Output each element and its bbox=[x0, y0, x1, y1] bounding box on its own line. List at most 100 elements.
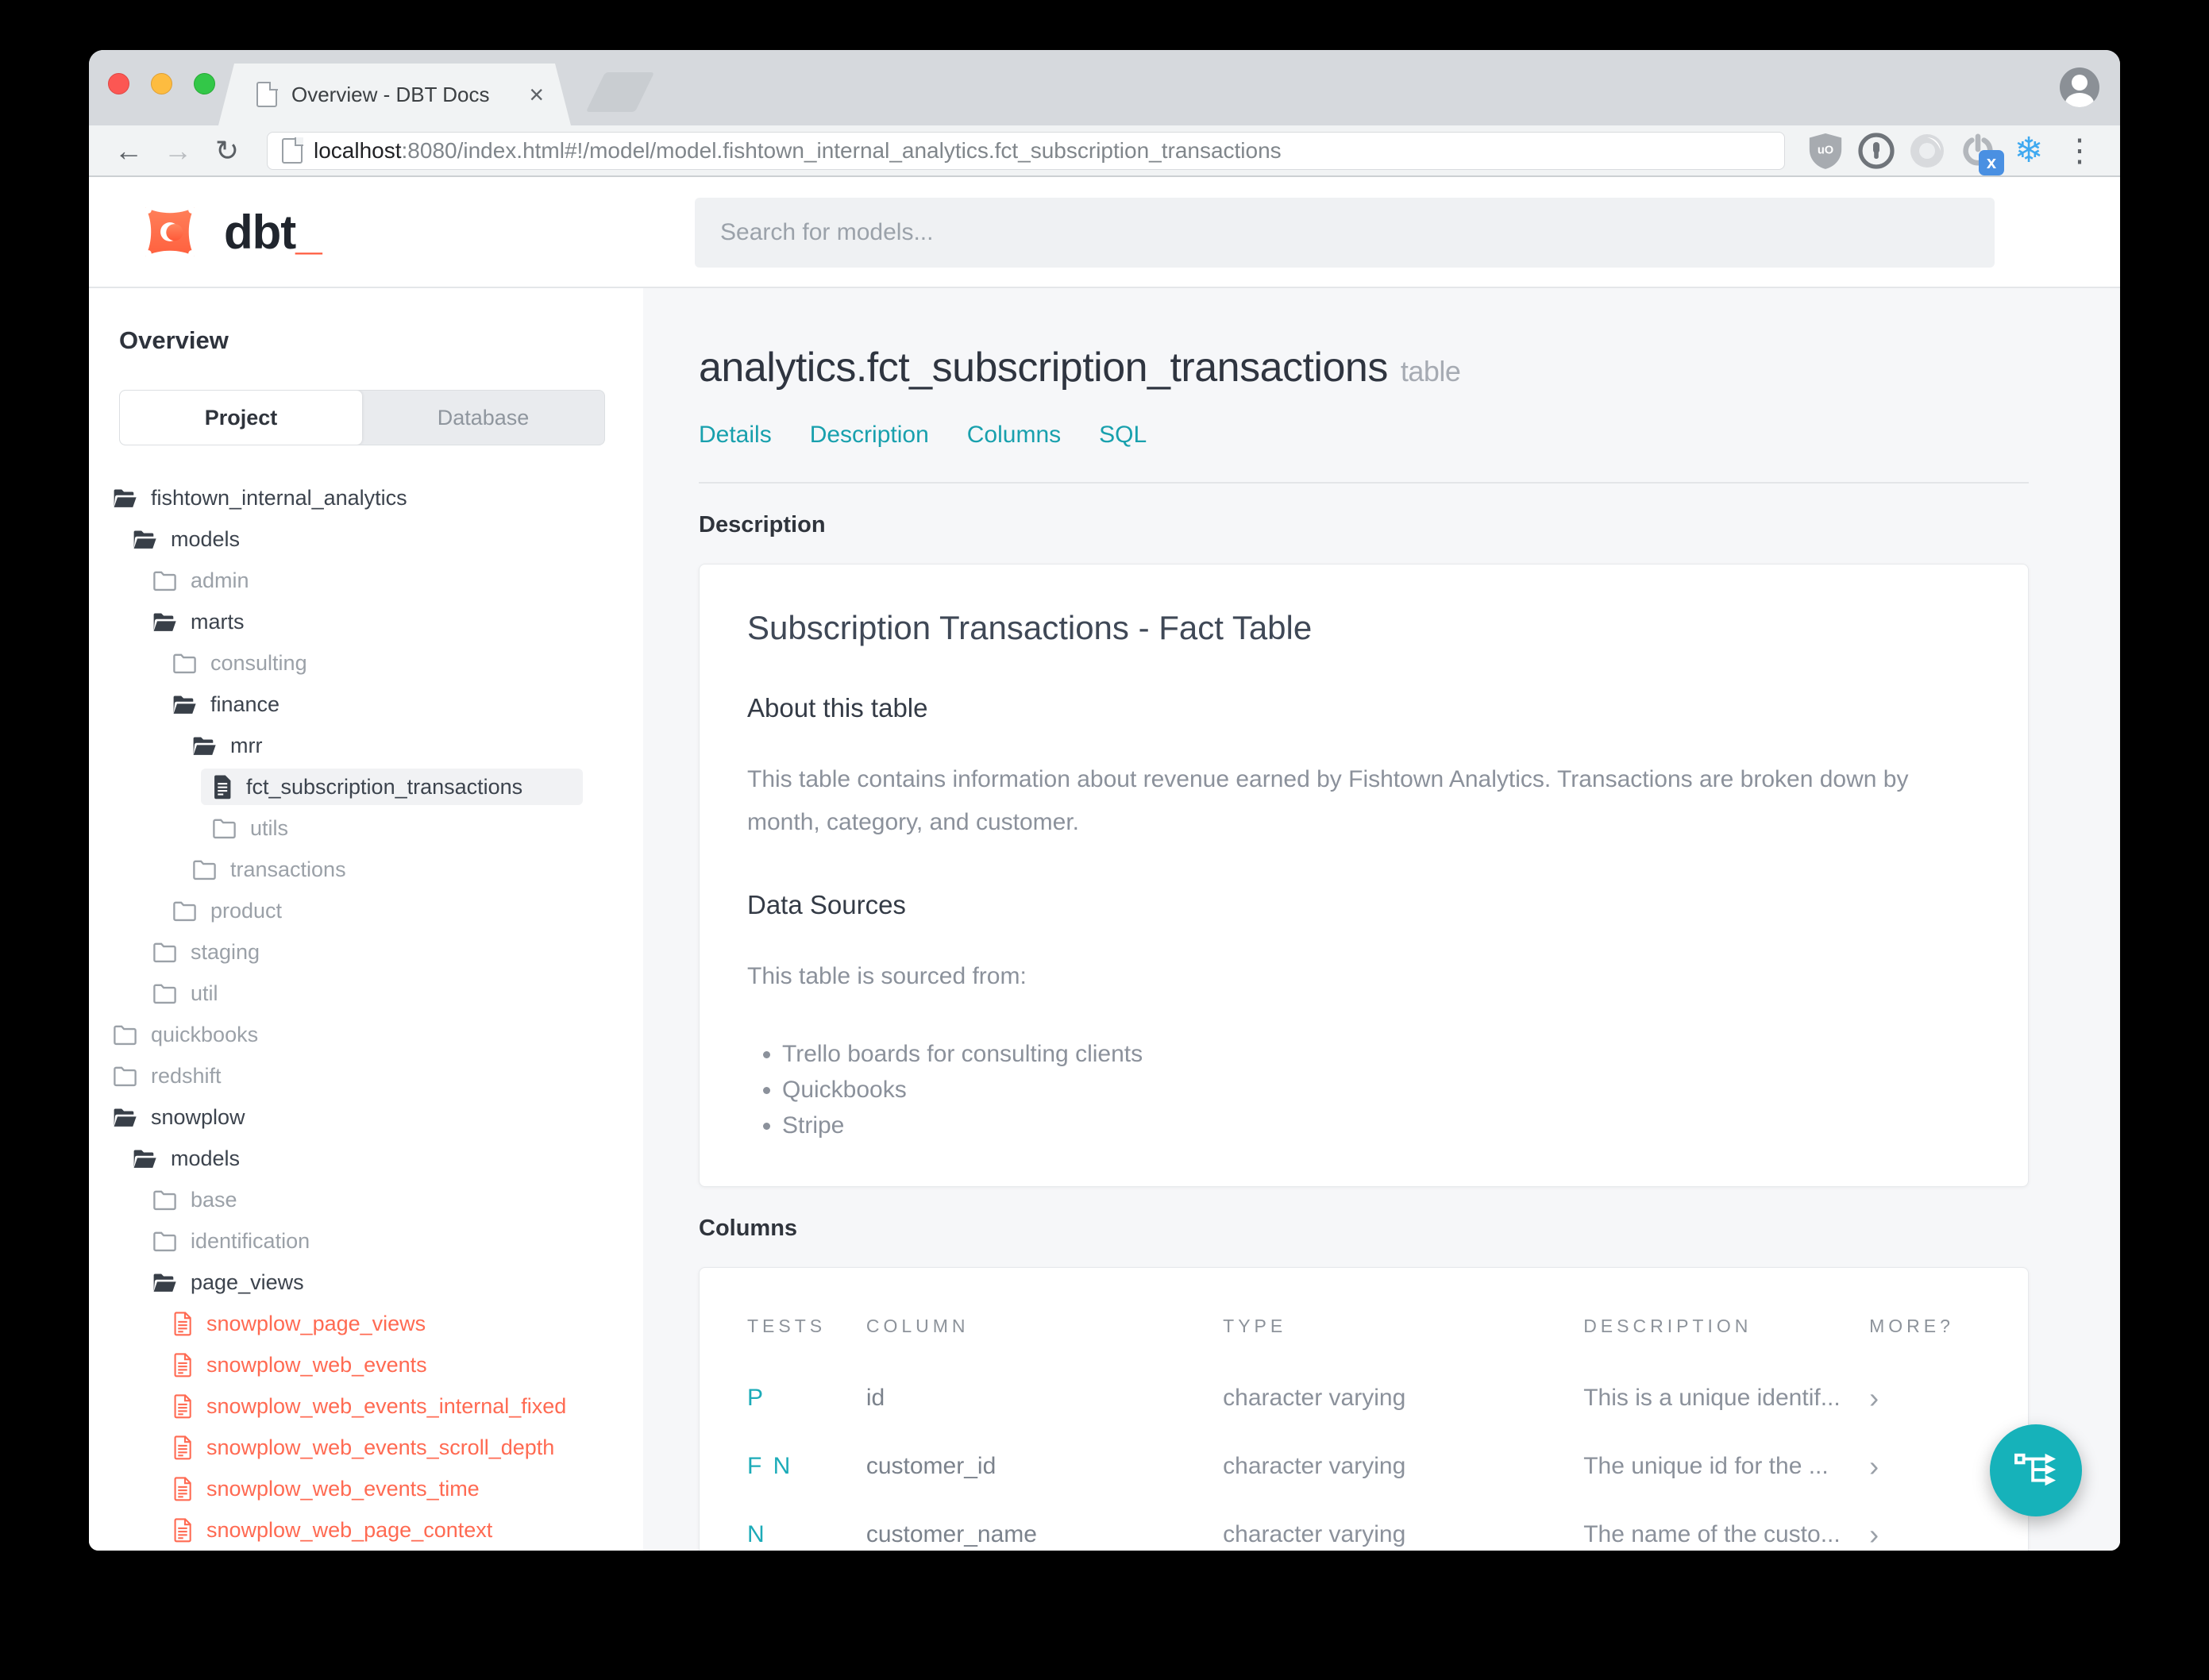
ublock-shield-icon[interactable]: uO bbox=[1804, 129, 1847, 172]
sidebar-item-snowplow[interactable]: snowplow bbox=[102, 1099, 583, 1135]
sidebar-item-mrr[interactable]: mrr bbox=[181, 727, 583, 764]
dbt-wordmark: dbt_ bbox=[224, 205, 322, 259]
sidebar-item-finance[interactable]: finance bbox=[161, 686, 583, 722]
tree-row: quickbooks bbox=[113, 1014, 583, 1055]
cell-tests: N bbox=[747, 1521, 767, 1547]
cell-cdesc: The unique id for the ... bbox=[1583, 1453, 1829, 1479]
table-row-id[interactable]: Pid character varying This is a unique ide… bbox=[747, 1364, 1980, 1432]
address-bar[interactable]: localhost:8080/index.html#!/model/model.… bbox=[267, 131, 1785, 170]
file-icon bbox=[212, 774, 233, 800]
section-divider bbox=[699, 482, 2029, 484]
snowflake-icon[interactable]: ❄ bbox=[2007, 129, 2050, 172]
extension-circle-icon[interactable] bbox=[1906, 129, 1949, 172]
tree-row: snowplow_page_views bbox=[113, 1303, 583, 1344]
resource-type-badge: table bbox=[1400, 355, 1461, 387]
sources-heading: Data Sources bbox=[747, 890, 906, 919]
tree-item-label: snowplow_web_page_context bbox=[206, 1517, 493, 1542]
minimize-window-button[interactable] bbox=[151, 73, 172, 94]
sidebar-item-staging[interactable]: staging bbox=[141, 934, 583, 970]
sidebar-item-transactions[interactable]: transactions bbox=[181, 851, 583, 888]
sidebar-item-fishtown_internal_analytics[interactable]: fishtown_internal_analytics bbox=[102, 480, 583, 516]
expand-row-chevron-icon[interactable]: › bbox=[1869, 1501, 1980, 1551]
nav-details[interactable]: Details bbox=[699, 422, 772, 449]
table-row-customer_name[interactable]: Ncustomer_name character varying The name … bbox=[747, 1501, 1980, 1551]
folder-open-icon bbox=[113, 1107, 137, 1128]
back-button[interactable]: ← bbox=[108, 136, 149, 165]
expand-row-chevron-icon[interactable]: › bbox=[1869, 1364, 1980, 1432]
folder-open-icon bbox=[152, 611, 177, 633]
column-header-type: TYPE bbox=[1223, 1316, 1287, 1336]
tree-row: snowplow_web_events_time bbox=[113, 1468, 583, 1509]
tree-item-label: utils bbox=[250, 815, 289, 840]
nav-sql[interactable]: SQL bbox=[1099, 422, 1147, 449]
tree-item-label: util bbox=[191, 981, 218, 1005]
new-tab-button[interactable] bbox=[585, 72, 655, 112]
sidebar-item-base[interactable]: base bbox=[141, 1181, 583, 1218]
cell-ctype: character varying bbox=[1223, 1385, 1406, 1411]
sidebar-item-quickbooks[interactable]: quickbooks bbox=[102, 1016, 583, 1053]
cell-tests: P bbox=[747, 1385, 766, 1411]
tree-item-label: snowplow bbox=[151, 1104, 245, 1129]
sidebar-item-fct_subscription_transactions[interactable]: fct_subscription_transactions bbox=[201, 769, 583, 805]
tree-item-label: snowplow_web_events bbox=[206, 1352, 427, 1377]
sidebar-item-snowplow_web_events_internal_fixed[interactable]: snowplow_web_events_internal_fixed bbox=[161, 1388, 583, 1424]
browser-profile-avatar[interactable] bbox=[2060, 67, 2099, 107]
tree-row: transactions bbox=[113, 849, 583, 890]
sidebar-item-redshift[interactable]: redshift bbox=[102, 1058, 583, 1094]
sidebar-item-snowplow_web_events_time[interactable]: snowplow_web_events_time bbox=[161, 1470, 583, 1507]
nav-description[interactable]: Description bbox=[810, 422, 929, 449]
sidebar-item-models[interactable]: models bbox=[121, 1140, 583, 1177]
table-row-customer_id[interactable]: F N customer_id character varying The uniqu… bbox=[747, 1432, 1980, 1501]
dbt-logo[interactable]: dbt_ bbox=[133, 195, 322, 268]
cell-tests: F N bbox=[747, 1453, 793, 1479]
sidebar-item-util[interactable]: util bbox=[141, 975, 583, 1011]
sidebar-item-snowplow_web_events[interactable]: snowplow_web_events bbox=[161, 1347, 583, 1383]
lineage-graph-button[interactable] bbox=[1990, 1424, 2082, 1516]
browser-menu-icon[interactable]: ⋮ bbox=[2058, 129, 2101, 172]
folder-closed-icon bbox=[113, 1024, 137, 1046]
page-favicon-icon bbox=[256, 82, 277, 107]
tree-item-label: fishtown_internal_analytics bbox=[151, 485, 407, 510]
tree-row: fct_subscription_transactions bbox=[113, 766, 583, 807]
source-item: Trello boards for consulting clients bbox=[782, 1036, 1980, 1072]
sidebar-item-admin[interactable]: admin bbox=[141, 562, 583, 599]
reload-button[interactable]: ↻ bbox=[206, 136, 248, 165]
cell-cdesc: This is a unique identif... bbox=[1583, 1385, 1841, 1411]
sidebar-item-models[interactable]: models bbox=[121, 521, 583, 557]
sidebar-item-product[interactable]: product bbox=[161, 892, 583, 929]
source-item: Quickbooks bbox=[782, 1072, 1980, 1108]
tab-database[interactable]: Database bbox=[362, 391, 604, 445]
columns-table-header: TESTS COLUMN TYPE DESCRIPTION MORE? bbox=[747, 1316, 1980, 1364]
folder-closed-icon bbox=[172, 653, 197, 674]
tree-row: fishtown_internal_analytics bbox=[113, 477, 583, 518]
cell-ctype: character varying bbox=[1223, 1453, 1406, 1479]
tree-row: redshift bbox=[113, 1055, 583, 1096]
sidebar-item-snowplow_web_page_context[interactable]: snowplow_web_page_context bbox=[161, 1512, 583, 1548]
sidebar-item-snowplow_web_events_scroll_depth[interactable]: snowplow_web_events_scroll_depth bbox=[161, 1429, 583, 1466]
onepassword-icon[interactable] bbox=[1855, 129, 1898, 172]
sidebar-item-page_views[interactable]: page_views bbox=[141, 1264, 583, 1300]
nav-columns[interactable]: Columns bbox=[967, 422, 1061, 449]
sidebar-item-identification[interactable]: identification bbox=[141, 1223, 583, 1259]
tree-item-label: snowplow_web_events_internal_fixed bbox=[206, 1393, 567, 1418]
power-extension-icon[interactable]: x bbox=[1956, 129, 2004, 175]
column-header-tests: TESTS bbox=[747, 1316, 827, 1336]
sidebar-item-snowplow_page_views[interactable]: snowplow_page_views bbox=[161, 1305, 583, 1342]
forward-button[interactable]: → bbox=[157, 136, 199, 165]
browser-tab[interactable]: Overview - DBT Docs × bbox=[218, 64, 571, 125]
tab-project[interactable]: Project bbox=[120, 391, 362, 445]
tab-close-icon[interactable]: × bbox=[529, 82, 544, 107]
card-title: Subscription Transactions - Fact Table bbox=[747, 609, 1313, 646]
cell-ctype: character varying bbox=[1223, 1521, 1406, 1547]
sidebar: Overview Project Database fishtown_inter… bbox=[89, 288, 643, 1551]
file-tree: fishtown_internal_analyticsmodels admin ma… bbox=[113, 477, 583, 1551]
search-input[interactable] bbox=[695, 198, 1995, 268]
zoom-window-button[interactable] bbox=[194, 73, 215, 94]
tree-row: mrr bbox=[113, 725, 583, 766]
close-window-button[interactable] bbox=[108, 73, 129, 94]
sidebar-item-utils[interactable]: utils bbox=[201, 810, 583, 846]
sidebar-item-consulting[interactable]: consulting bbox=[161, 645, 583, 681]
tree-item-label: admin bbox=[191, 568, 249, 592]
sidebar-item-marts[interactable]: marts bbox=[141, 603, 583, 640]
expand-row-chevron-icon[interactable]: › bbox=[1869, 1432, 1980, 1501]
